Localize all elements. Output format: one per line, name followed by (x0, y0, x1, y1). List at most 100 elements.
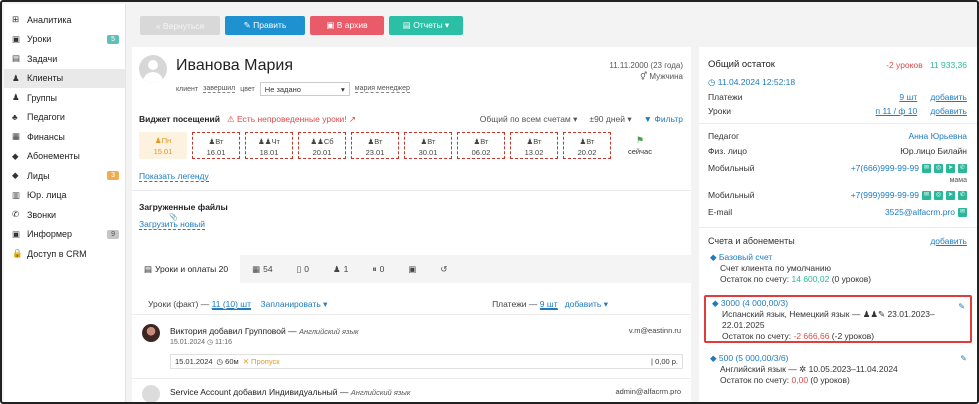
upload-link[interactable]: Загрузить новый (139, 219, 205, 230)
day-cell[interactable]: ♟Вт 06.02 (457, 132, 505, 159)
scope-select[interactable]: Общий по всем счетам ▾ (480, 114, 578, 125)
meta-color[interactable]: цвет (240, 86, 255, 93)
edit-icon[interactable]: ✎ (960, 353, 967, 364)
sidebar-item-crm-access[interactable]: 🔒 Доступ в CRM (4, 244, 125, 264)
mobile-label: Мобильный (708, 163, 755, 173)
message-icon[interactable]: ✉ (922, 190, 931, 200)
telegram-icon[interactable]: ➤ (946, 190, 955, 200)
manager-link[interactable]: мария менеджер (354, 85, 410, 93)
day-cell[interactable]: ♟Вт 16.01 (192, 132, 240, 159)
day-name: ♟♟Сб (310, 137, 334, 146)
feed-entry-text: Service Account добавил Индивидуальный —… (170, 387, 411, 397)
feed-entry-text: Виктория добавил Групповой — Английский … (170, 326, 359, 336)
add-lesson-link[interactable]: добавить (930, 106, 967, 116)
updated-time[interactable]: ◷ 11.04.2024 12:52:18 (708, 77, 795, 88)
tab-messages[interactable]: ▦ 54 (240, 255, 285, 283)
sidebar-item-calls[interactable]: ✆ Звонки (4, 205, 125, 225)
telegram-icon[interactable]: ➤ (946, 163, 955, 173)
now-label: сейчас (628, 147, 652, 156)
sidebar-item-finance[interactable]: ▦ Финансы (4, 127, 125, 147)
phone-icon[interactable]: ✆ (958, 163, 967, 173)
sidebar-item-label: Абонементы (27, 151, 80, 162)
phone-icon[interactable]: ✆ (958, 190, 967, 200)
sidebar-item-label: Юр. лица (27, 190, 67, 201)
sidebar-item-teachers[interactable]: ♣ Педагоги (4, 108, 125, 128)
client-dob: 11.11.2000 (23 года) ⚥ Мужчина (609, 60, 683, 82)
sidebar-item-lessons[interactable]: ▣ Уроки 5 (4, 30, 125, 50)
meta-status[interactable]: завершил (203, 85, 236, 93)
divider (132, 314, 691, 315)
message-icon[interactable]: ✉ (922, 163, 931, 173)
reports-button[interactable]: ▤ Отчеты ▾ (389, 16, 463, 35)
plan-dropdown[interactable]: Запланировать ▾ (260, 299, 327, 310)
account-card-highlighted[interactable]: ◆ 3000 (4 000,00/3) Испанский язык, Неме… (704, 295, 972, 343)
show-legend-link[interactable]: Показать легенду (139, 171, 209, 182)
sidebar-item-label: Информер (27, 229, 73, 240)
email-link[interactable]: 3525@alfacrm.pro (885, 207, 955, 217)
add-payment-link[interactable]: добавить (930, 92, 967, 102)
lesson-duration: ◷ 60м (216, 357, 239, 366)
payments-count-link[interactable]: 9 шт (899, 92, 917, 102)
teacher-link[interactable]: Анна Юрьевна (908, 131, 967, 141)
filter-button[interactable]: ▼ Фильтр (644, 114, 683, 125)
sidebar-item-subscriptions[interactable]: ◆ Абонементы (4, 147, 125, 167)
warning-link[interactable]: ⚠ Есть непроведенные уроки! ↗ (227, 114, 356, 125)
tab-documents[interactable]: ▯ 0 (285, 255, 321, 283)
message-icon[interactable]: ✉ (958, 207, 967, 217)
archive-button[interactable]: ▣ В архив (310, 16, 384, 35)
range-select[interactable]: ±90 дней ▾ (589, 114, 631, 125)
email-label: E-mail (708, 207, 733, 217)
tab-lessons-payments[interactable]: ▤ Уроки и оплаты 20 (132, 255, 241, 283)
balance-amount: 11 933,36 (929, 60, 967, 70)
payments-label: Платежи (708, 92, 743, 102)
lessons-count-link[interactable]: п 11 / ф 10 (876, 106, 918, 116)
sidebar-item-informer[interactable]: ▣ Информер 9 (4, 225, 125, 245)
tab-media[interactable]: ▣ (396, 255, 428, 283)
tab-history[interactable]: ↺ (428, 255, 459, 283)
lessons-icon: ▣ (12, 33, 21, 44)
sidebar-item-tasks[interactable]: ▤ Задачи (4, 49, 125, 69)
add-account-link[interactable]: добавить (930, 236, 967, 246)
phone-link[interactable]: +7(999)999-99-99 (851, 190, 919, 200)
account-card[interactable]: ◆ 500 (5 000,00/3/6) Английский язык — ✲… (704, 353, 972, 386)
lessons-left: -2 уроков (886, 60, 923, 70)
balance-title: Общий остаток (708, 59, 775, 70)
now-marker: ⚑ сейчас (616, 132, 664, 159)
sidebar-item-leads[interactable]: ◆ Лиды 3 (4, 166, 125, 186)
status-select-value: Не задано (264, 84, 301, 94)
lesson-record[interactable]: 15.01.2024 ◷ 60м ✕ Пропуск | 0,00 р. (170, 354, 683, 369)
day-cell[interactable]: ♟♟Чт 18.01 (245, 132, 293, 159)
sidebar-item-clients[interactable]: ♟ Клиенты (4, 68, 125, 88)
day-cell[interactable]: ♟♟Сб 20.01 (298, 132, 346, 159)
whatsapp-icon[interactable]: ◎ (934, 163, 943, 173)
account-card[interactable]: ◆ Базовый счет Счет клиента по умолчанию… (704, 252, 972, 285)
payments-count-link[interactable]: 9 шт (539, 299, 558, 310)
author-email: admin@alfacrm.pro (615, 387, 681, 396)
tab-groups[interactable]: ♟ 1 (321, 255, 360, 283)
back-button[interactable]: « Вернуться (140, 16, 220, 35)
day-name: ♟♟Чт (258, 137, 280, 146)
sidebar-item-analytics[interactable]: ⊞ Аналитика (4, 10, 125, 30)
day-cell[interactable]: ♟Пн 15.01 (139, 132, 187, 159)
sidebar-item-groups[interactable]: ♟ Группы (4, 88, 125, 108)
account-title: Базовый счет (718, 252, 773, 262)
whatsapp-icon[interactable]: ◎ (934, 190, 943, 200)
feed-subject: Английский язык (350, 388, 411, 397)
tab-pauses[interactable]: ⏸ 0 (360, 255, 396, 283)
sidebar-item-label: Задачи (27, 53, 58, 64)
phone-link[interactable]: +7(666)999-99-99 (851, 163, 919, 173)
day-cell[interactable]: ♟Вт 13.02 (510, 132, 558, 159)
lessons-count-link[interactable]: 11 (10) шт (211, 299, 252, 310)
sidebar-item-label: Финансы (27, 131, 65, 142)
day-cell[interactable]: ♟Вт 30.01 (404, 132, 452, 159)
edit-button[interactable]: ✎ Править (225, 16, 305, 35)
lessons-label: Уроки (факт) — (148, 299, 210, 309)
balance-values: -2 уроков 11 933,36 (886, 60, 967, 70)
email-row: 3525@alfacrm.pro ✉ (885, 207, 967, 217)
day-cell[interactable]: ♟Вт 20.02 (563, 132, 611, 159)
add-payment-dropdown[interactable]: добавить ▾ (565, 299, 608, 310)
status-select[interactable]: Не задано ▾ (259, 82, 350, 96)
edit-icon[interactable]: ✎ (958, 301, 965, 312)
sidebar-item-legal[interactable]: ▥ Юр. лица (4, 186, 125, 206)
day-cell[interactable]: ♟Вт 23.01 (351, 132, 399, 159)
